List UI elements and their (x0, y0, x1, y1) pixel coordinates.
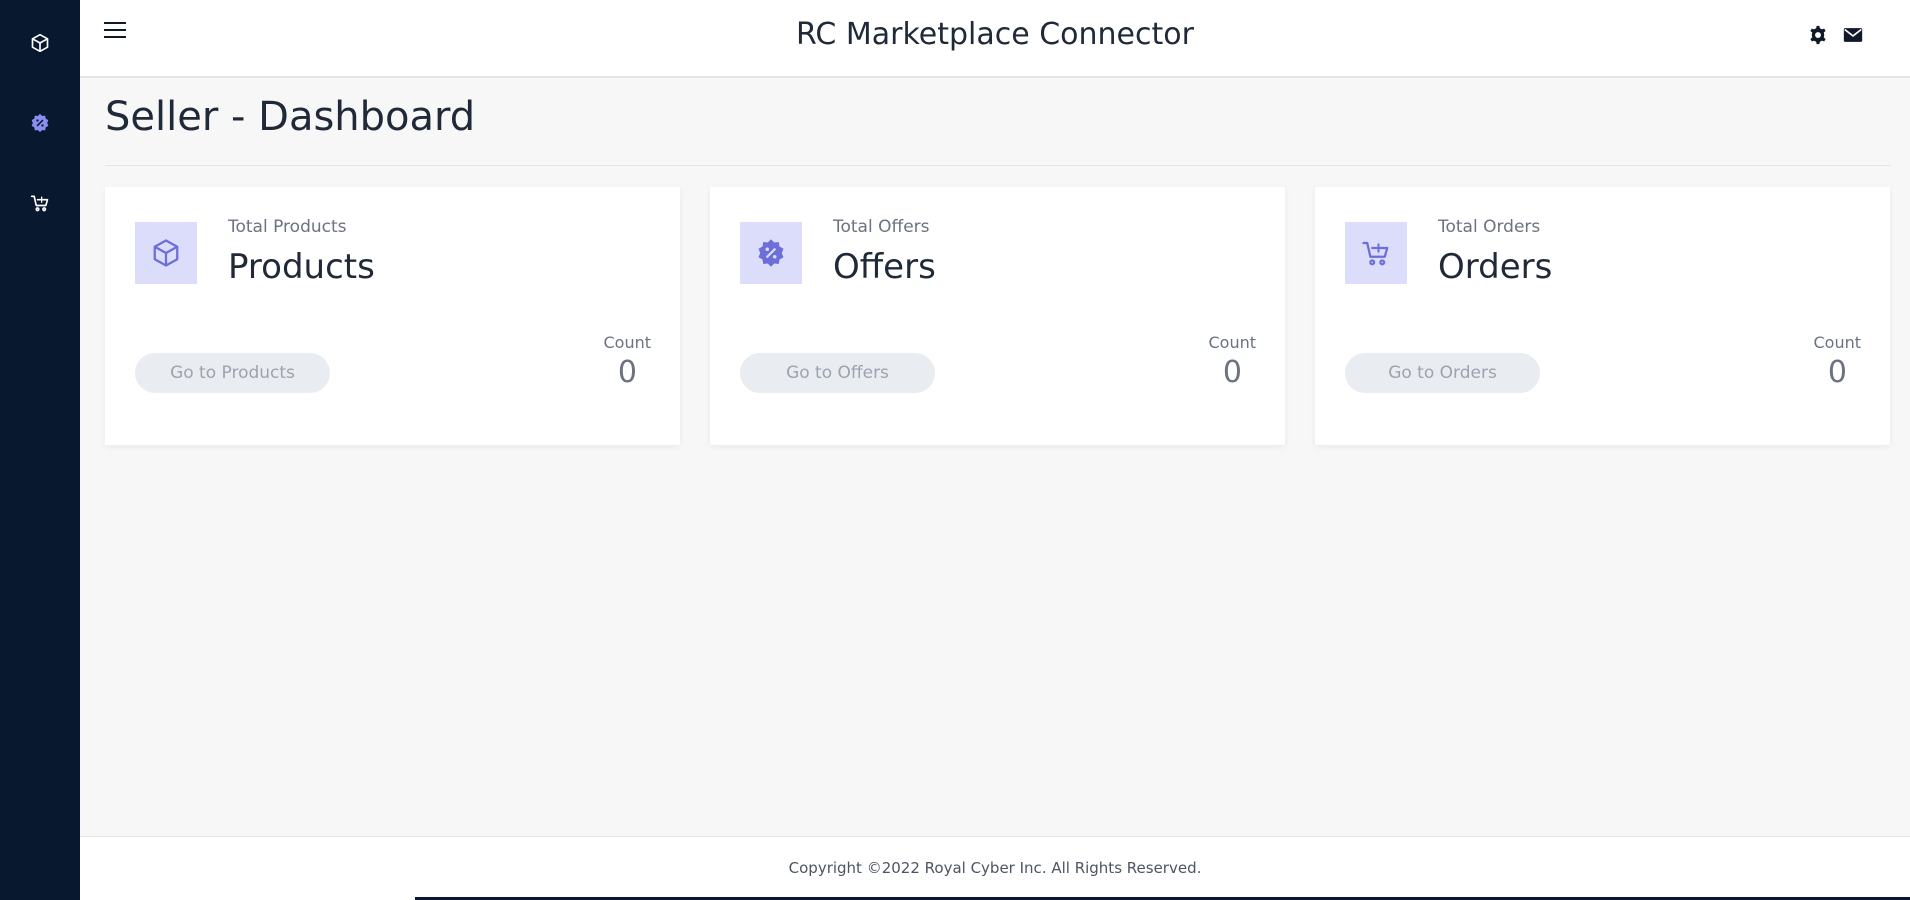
orders-card: Total Orders Orders Go to Orders Count 0 (1315, 187, 1890, 445)
top-bar: RC Marketplace Connector (80, 0, 1910, 78)
title-divider (105, 165, 1891, 166)
box-icon (153, 239, 179, 267)
offers-card: Total Offers Offers Go to Offers Count 0 (710, 187, 1285, 445)
count-label: Count (1208, 333, 1256, 352)
mail-icon[interactable] (1842, 24, 1864, 46)
sidebar-item-orders[interactable] (0, 173, 80, 233)
sidebar (0, 0, 80, 900)
count-label: Count (1813, 333, 1861, 352)
products-card: Total Products Products Go to Products C… (105, 187, 680, 445)
products-icon-tile (135, 222, 197, 284)
sidebar-item-offers[interactable] (0, 93, 80, 153)
cart-add-icon (1362, 241, 1389, 266)
page-title: Seller - Dashboard (105, 94, 476, 140)
gear-icon[interactable] (1807, 24, 1829, 46)
card-heading: Offers (833, 247, 936, 287)
go-to-orders-button[interactable]: Go to Orders (1345, 353, 1540, 393)
count-label: Count (603, 333, 651, 352)
offers-count: 0 (1222, 355, 1242, 390)
orders-count: 0 (1827, 355, 1847, 390)
footer: Copyright ©2022 Royal Cyber Inc. All Rig… (80, 836, 1910, 900)
cart-add-icon (30, 195, 49, 212)
go-to-products-button[interactable]: Go to Products (135, 353, 330, 393)
products-count: 0 (617, 355, 637, 390)
card-subtitle: Total Orders (1438, 217, 1541, 237)
go-to-offers-button[interactable]: Go to Offers (740, 353, 935, 393)
sidebar-item-products[interactable] (0, 13, 80, 73)
card-heading: Orders (1438, 247, 1553, 287)
card-heading: Products (228, 247, 375, 287)
app-title: RC Marketplace Connector (796, 17, 1194, 52)
offers-icon-tile (740, 222, 802, 284)
card-subtitle: Total Products (228, 217, 347, 237)
box-icon (31, 33, 49, 53)
card-subtitle: Total Offers (833, 217, 930, 237)
orders-icon-tile (1345, 222, 1407, 284)
discount-badge-icon (758, 239, 784, 267)
copyright-text: Copyright ©2022 Royal Cyber Inc. All Rig… (788, 859, 1202, 877)
discount-badge-icon (31, 113, 49, 133)
